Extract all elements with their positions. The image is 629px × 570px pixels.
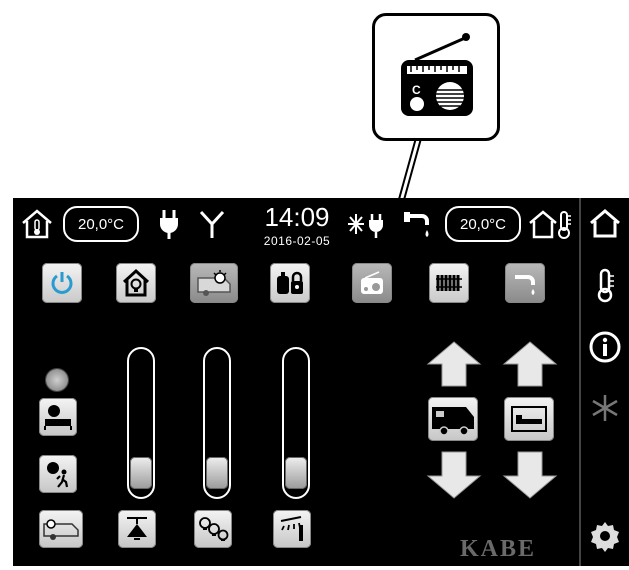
radio-button[interactable] <box>352 263 392 303</box>
bed-night-light-button[interactable] <box>39 398 77 436</box>
gas-lock-icon <box>277 271 303 294</box>
water-button[interactable] <box>505 263 545 303</box>
sidebar-divider <box>579 198 581 566</box>
ceiling-lamp-button[interactable] <box>118 510 156 548</box>
home-icon <box>590 209 620 238</box>
bed-bulb-icon <box>44 405 72 430</box>
clock-time: 14:09 <box>264 202 330 232</box>
home-light-button[interactable] <box>116 263 156 303</box>
faucet-icon <box>402 208 432 245</box>
snowflake-plug-icon <box>347 208 387 245</box>
radio-icon <box>361 271 383 294</box>
house-bulb-icon <box>122 268 150 297</box>
spot-bulbs-icon <box>199 517 229 541</box>
power-button[interactable] <box>42 263 82 303</box>
info-icon <box>589 331 621 363</box>
ceiling-lamp-icon <box>127 517 147 540</box>
slider-knob-awning-light[interactable] <box>285 457 307 490</box>
clock-date: 2016-02-05 <box>263 234 331 248</box>
inside-temperature[interactable]: 20,0°C <box>63 206 139 242</box>
motion-light-button[interactable] <box>39 455 77 493</box>
svg-text:C: C <box>412 83 421 97</box>
house-thermometer-icon <box>20 208 54 245</box>
slider-knob-spot-lights[interactable] <box>206 457 228 490</box>
power-icon <box>51 272 73 294</box>
caravan-bulb-icon <box>43 519 79 540</box>
sidebar-item-settings[interactable] <box>586 516 624 556</box>
heater-button[interactable] <box>429 263 469 303</box>
status-indicator-light <box>46 369 68 391</box>
bed-icon <box>511 406 547 432</box>
brand-logo: KABE <box>460 536 537 562</box>
slider-knob-ceiling-lamp[interactable] <box>130 457 152 490</box>
snowflake-icon <box>592 395 618 421</box>
radio-callout: C <box>372 13 500 141</box>
step-down-arrow[interactable] <box>426 450 482 505</box>
bed-up-arrow[interactable] <box>502 340 558 393</box>
sidebar-item-home[interactable] <box>586 203 624 243</box>
house-outside-thermometer-icon <box>527 208 573 245</box>
gear-icon <box>591 522 619 552</box>
caravan-icon <box>432 407 474 436</box>
spot-lights-button[interactable] <box>194 510 232 548</box>
awning-light-icon <box>280 516 303 541</box>
step-up-arrow[interactable] <box>426 340 482 393</box>
gas-lock-button[interactable] <box>270 263 310 303</box>
power-plug-icon <box>158 208 180 245</box>
sidebar-item-climate[interactable] <box>586 265 624 305</box>
motion-sensor-icon <box>47 462 69 488</box>
bed-lift-button[interactable] <box>504 397 554 441</box>
sidebar-item-info[interactable] <box>586 327 624 367</box>
outside-temperature[interactable]: 20,0°C <box>445 206 521 242</box>
faucet-icon <box>515 275 535 295</box>
caravan-step-button[interactable] <box>428 397 478 441</box>
caravan-light-button-small[interactable] <box>39 510 83 548</box>
thermometer-icon <box>597 268 614 303</box>
sidebar <box>581 198 629 566</box>
caravan-bulb-icon <box>197 270 231 296</box>
caravan-light-button[interactable] <box>190 263 238 303</box>
radio-icon: C <box>401 33 473 116</box>
antenna-icon <box>198 208 226 245</box>
awning-light-button[interactable] <box>273 510 311 548</box>
bed-down-arrow[interactable] <box>502 450 558 505</box>
radiator-icon <box>436 275 462 291</box>
sidebar-item-cooling[interactable] <box>586 388 624 428</box>
